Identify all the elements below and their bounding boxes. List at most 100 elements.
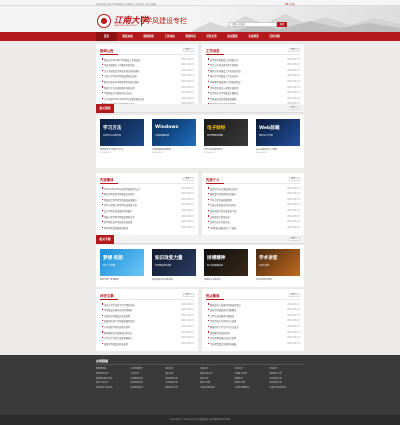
more-button[interactable]: 更多 > <box>183 293 194 298</box>
footer-link[interactable]: 南京财经大学 <box>131 386 166 389</box>
panel-title: 工作动态 <box>206 49 220 53</box>
footer-link[interactable]: 南京农业大学 <box>200 372 235 375</box>
main-nav: 首页 建设动态 规章制度 工作动态 院部风采 评优文章 热点聚焦 先进典型 活动… <box>0 32 400 41</box>
footer-link[interactable]: 江苏师范大学 <box>269 377 304 380</box>
university-seal-logo[interactable] <box>97 14 111 28</box>
card-caption: 大学生财经素养提升 <box>204 149 223 151</box>
more-button[interactable]: 更多 > <box>289 237 300 242</box>
course-thumbnail: 电子财经 经济管理系列课程 <box>204 119 248 146</box>
nav-item[interactable]: 热点聚焦 <box>222 32 243 41</box>
course-card[interactable]: 学习方法 高效学习从这里开始 如何提高学习效率与方法 2016-08-17 <box>100 119 144 168</box>
panel-divider <box>206 183 300 184</box>
card-caption: 名师讲堂系列报告 <box>256 279 273 281</box>
footer-link[interactable]: 扬州大学 <box>165 372 200 375</box>
search-button[interactable]: 搜索 <box>277 21 287 27</box>
panel-title: 先进个人 <box>206 178 220 182</box>
ink-landscape-decoration <box>190 14 400 32</box>
footer-link[interactable]: 中国药科大学 <box>131 377 166 380</box>
list-item[interactable]: 理学院考研成绩再创新高 2016-08-17 <box>100 225 194 231</box>
more-button[interactable]: 更多 > <box>289 48 300 53</box>
footer-link[interactable]: 江苏科技大学 <box>165 381 200 384</box>
footer-link[interactable]: 中国矿业大学 <box>235 372 270 375</box>
footer-link[interactable]: 苏州科技大学 <box>269 381 304 384</box>
card-sub: 2016-08-17 <box>204 152 216 154</box>
more-button[interactable]: 更多 > <box>289 177 300 182</box>
nav-item[interactable]: 先进典型 <box>243 32 264 41</box>
footer-link[interactable]: 南京工业大学 <box>96 381 131 384</box>
panel-title: 热点聚焦 <box>206 294 220 298</box>
section-title: 相关课程 <box>96 104 114 113</box>
work-panel: 工作动态 更多 > 各学院学风建设工作简报汇总 2016-08-17 学生工作处开… <box>202 44 304 110</box>
more-button[interactable]: 更多 > <box>183 177 194 182</box>
footer: 友情链接 教育部网站 江苏省教育厅 南京大学 东南大学 苏州大学 河海大学 南京… <box>0 355 400 415</box>
panel-divider <box>100 54 194 55</box>
topic-card[interactable]: 知识改变力量 学风建设系列讲座 知识改变命运专题讲座 <box>152 249 196 287</box>
panel-title: 新闻公告 <box>100 49 114 53</box>
more-button[interactable]: 更多 > <box>289 106 300 111</box>
exemplar-list: 2015-2016学年优良学风班名单公示 2016-08-17 食品学院荣获学风建… <box>100 186 194 231</box>
footer-title: 友情链接 <box>96 358 109 363</box>
footer-link[interactable]: 苏州大学 <box>235 367 270 370</box>
footer-link[interactable]: 南京大学 <box>165 367 200 370</box>
nav-item[interactable]: 建设动态 <box>117 32 138 41</box>
exemplar-panel: 先进集体 更多 > 2015-2016学年优良学风班名单公示 2016-08-17… <box>96 173 198 235</box>
footer-link[interactable]: 江苏省教育厅 <box>131 367 166 370</box>
nav-item[interactable]: 活动专题 <box>264 32 285 41</box>
footer-link[interactable]: 盐城工学院 <box>200 381 235 384</box>
course-card[interactable]: Web前端 网页设计与开发 Web前端开发入门课程 2016-08-17 <box>256 119 300 168</box>
course-card[interactable]: Windows 计算机基础应用 计算机基础应用课程 2016-08-17 <box>152 119 196 168</box>
footer-link[interactable]: 教育部网站 <box>96 367 131 370</box>
course-thumbnail: 学习方法 高效学习从这里开始 <box>100 119 144 146</box>
courses-cards: 学习方法 高效学习从这里开始 如何提高学习效率与方法 2016-08-17 Win… <box>96 115 304 168</box>
copyright: Copyright © 2016 江南大学 版权所有 苏ICP备05005758… <box>0 415 400 425</box>
nav-item[interactable]: 工作动态 <box>159 32 180 41</box>
footer-link[interactable]: 南京师范大学 <box>96 372 131 375</box>
footer-link[interactable]: 江南大学研究生院 <box>269 386 304 389</box>
panel-divider <box>206 54 300 55</box>
news-list: 我校召开2016年学风建设工作推进会 2016-08-17 学校开展新生入学教育系… <box>100 57 194 107</box>
footer-link[interactable]: 南京林业大学 <box>131 381 166 384</box>
topic-card[interactable]: 梦想·起航 新生入学专题 迎新专题：梦想起航 <box>100 249 144 287</box>
list-item[interactable]: 学术科研成果突出个人表彰 2016-08-17 <box>206 225 300 231</box>
footer-link[interactable]: 东南大学 <box>200 367 235 370</box>
footer-link[interactable]: 淮阴工学院 <box>235 381 270 384</box>
work-list: 各学院学风建设工作简报汇总 2016-08-17 学生工作处开展学风专项检查 201… <box>206 57 300 107</box>
footer-link[interactable]: 江南大学图书馆 <box>200 386 235 389</box>
panel-title: 评优文章 <box>100 294 114 298</box>
card-caption: 计算机基础应用课程 <box>152 149 171 151</box>
course-thumbnail: Windows 计算机基础应用 <box>152 119 196 146</box>
nav-item[interactable]: 评优文章 <box>201 32 222 41</box>
header-divider <box>141 16 142 26</box>
more-button[interactable]: 更多 > <box>183 48 194 53</box>
footer-link[interactable]: 南京信息工程大学 <box>96 386 131 389</box>
panel-divider <box>100 299 194 300</box>
nav-item[interactable]: 院部风采 <box>180 32 201 41</box>
header-banner <box>190 6 400 32</box>
topic-card[interactable]: 拼搏精神 奋斗的青春最美丽 青春奋斗主题活动 <box>204 249 248 287</box>
topic-thumbnail: 知识改变力量 学风建设系列讲座 <box>152 249 196 276</box>
list-item[interactable]: 学业预警制度实施情况通报 2016-08-17 <box>206 341 300 347</box>
list-item[interactable]: 班级学风建设的有效途径 2016-08-17 <box>100 341 194 347</box>
card-sub: 2016-08-17 <box>256 152 268 154</box>
more-button[interactable]: 更多 > <box>289 293 300 298</box>
footer-link[interactable]: 南京航空航天大学 <box>96 377 131 380</box>
footer-link[interactable]: 江南大学教务处 <box>235 386 270 389</box>
card-caption: Web前端开发入门课程 <box>256 149 278 151</box>
nav-item[interactable]: 规章制度 <box>138 32 159 41</box>
course-card[interactable]: 电子财经 经济管理系列课程 大学生财经素养提升 2016-08-17 <box>204 119 248 168</box>
topic-card[interactable]: 学术讲堂 名师大讲堂 名师讲堂系列报告 <box>256 249 300 287</box>
courses-header: 相关课程 更多 > <box>96 104 304 113</box>
articles-list: 浅谈大学生良好学习习惯的养成 2016-08-17 学风建设中辅导员的作用探析 20… <box>100 302 194 347</box>
footer-link[interactable]: 南通大学 <box>235 377 270 380</box>
search-input[interactable] <box>229 21 277 27</box>
footer-link[interactable]: 南京理工大学 <box>269 372 304 375</box>
footer-link[interactable]: 南京邮电大学 <box>165 377 200 380</box>
footer-divider <box>96 364 304 365</box>
footer-link[interactable]: 常州大学 <box>200 377 235 380</box>
footer-link[interactable]: 河海大学 <box>269 367 304 370</box>
nav-item-home[interactable]: 首页 <box>96 32 117 41</box>
footer-link[interactable]: 南京审计大学 <box>165 386 200 389</box>
hot-panel: 热点聚焦 更多 > 教育部关于加强学风建设的意见 2016-08-17 高校学风建… <box>202 289 304 351</box>
section-title: 相关专题 <box>96 235 114 244</box>
footer-link[interactable]: 江苏大学 <box>131 372 166 375</box>
